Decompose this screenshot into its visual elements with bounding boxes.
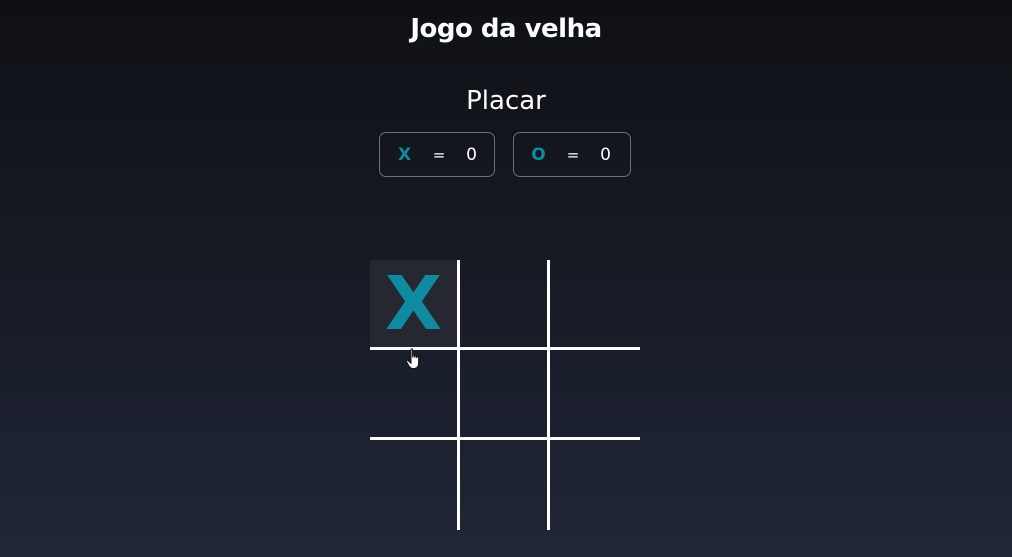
score-equals-o: = bbox=[566, 145, 580, 164]
board-cell-2[interactable] bbox=[460, 260, 550, 350]
board-cell-5[interactable] bbox=[460, 350, 550, 440]
score-value-x: 0 bbox=[466, 144, 477, 165]
game-board: X bbox=[370, 260, 640, 530]
score-box-x: X = 0 bbox=[379, 132, 495, 177]
board-cell-8[interactable] bbox=[460, 440, 550, 530]
board-cell-1[interactable]: X bbox=[370, 260, 460, 350]
board-cell-9[interactable] bbox=[550, 440, 640, 530]
game-title: Jogo da velha bbox=[410, 14, 602, 44]
score-value-o: 0 bbox=[600, 144, 611, 165]
scoreboard-title: Placar bbox=[466, 86, 546, 116]
board-cell-3[interactable] bbox=[550, 260, 640, 350]
board-cell-6[interactable] bbox=[550, 350, 640, 440]
hand-pointer-icon bbox=[405, 348, 420, 369]
score-symbol-o: O bbox=[531, 144, 546, 165]
score-box-o: O = 0 bbox=[513, 132, 631, 177]
scoreboard: X = 0 O = 0 bbox=[379, 132, 631, 177]
score-symbol-x: X bbox=[397, 144, 412, 165]
board-cell-7[interactable] bbox=[370, 440, 460, 530]
score-equals-x: = bbox=[432, 145, 446, 164]
